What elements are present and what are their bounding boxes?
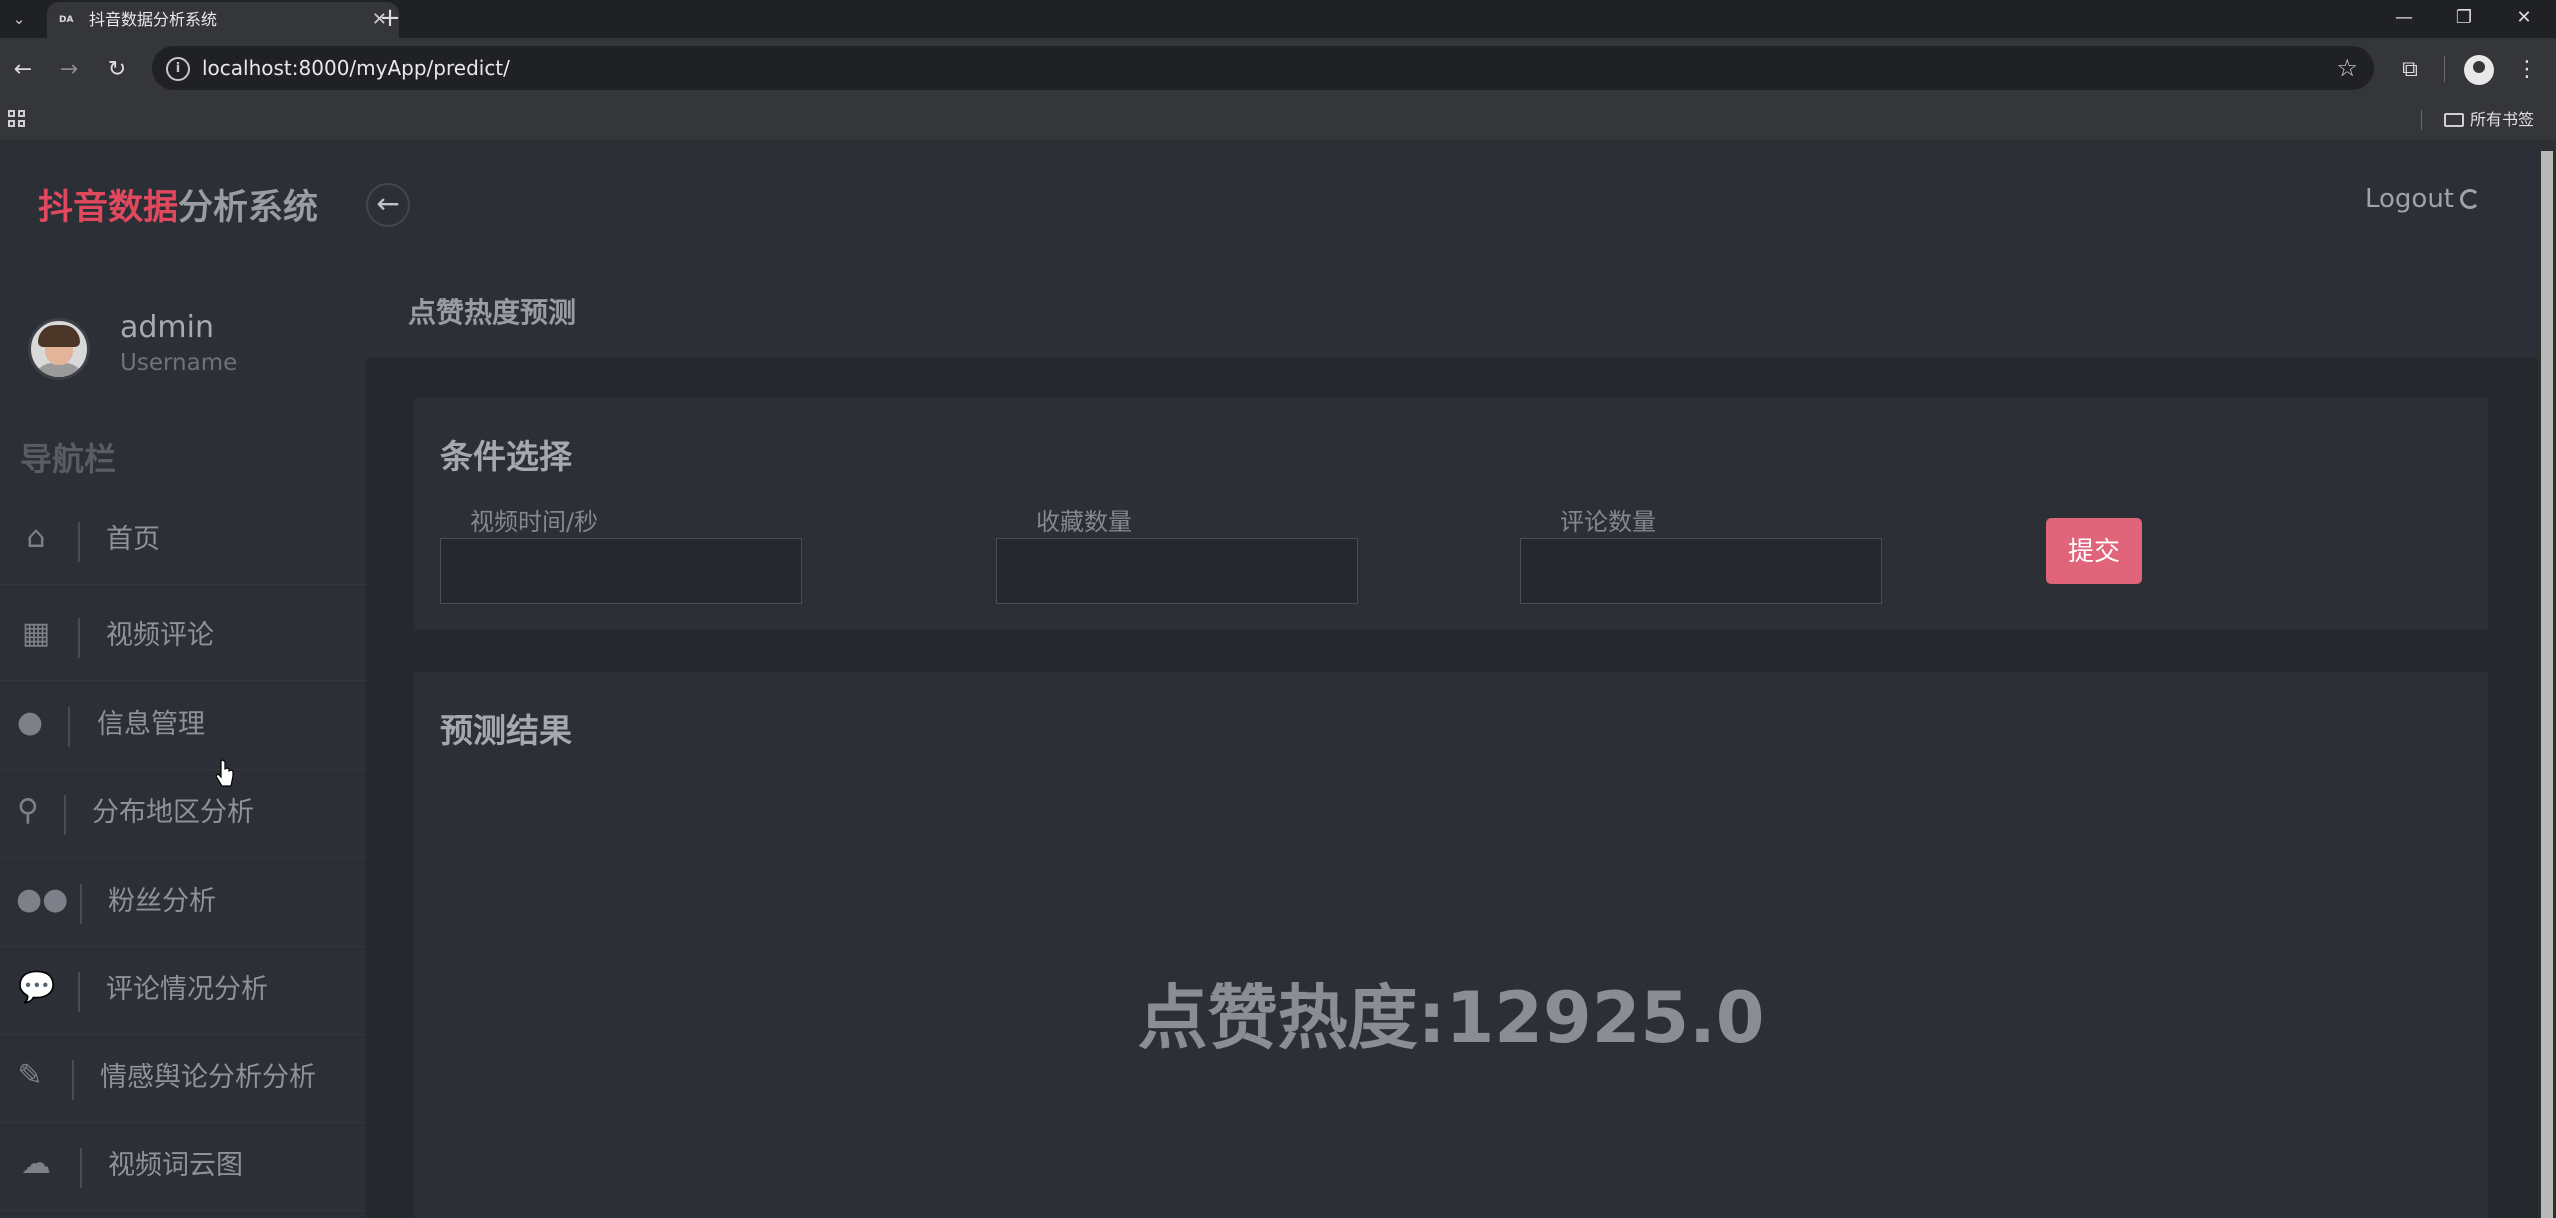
scrollbar-thumb[interactable] <box>2541 151 2553 1218</box>
app-header: 抖音数据分析系统 ← Logout <box>0 141 2538 269</box>
sidebar-item-home[interactable]: ⌂ 首页 <box>0 496 366 585</box>
back-arrow-icon[interactable]: ← <box>6 53 40 87</box>
cloud-download-icon: ☁ <box>21 1146 51 1181</box>
brand-rest: 分析系统 <box>178 188 319 228</box>
browser-toolbar: ← → ↻ i localhost:8000/myApp/predict/ ☆ … <box>0 38 2556 100</box>
sidebar-item-video-comments[interactable]: ▦ 视频评论 <box>0 592 366 681</box>
prediction-result-text: 点赞热度:12925.0 <box>1137 977 1765 1059</box>
comment-icon: 💬 <box>18 970 56 1005</box>
sidebar-item-label: 粉丝分析 <box>108 886 216 917</box>
nav-title: 导航栏 <box>20 440 117 478</box>
comments-label: 评论数量 <box>1560 508 1656 536</box>
page-title-bar: 点赞热度预测 <box>366 268 2538 358</box>
users-icon: ●● <box>16 882 69 917</box>
favorites-input[interactable] <box>996 538 1358 604</box>
map-marker-icon: ⚲ <box>17 793 39 828</box>
conditions-title: 条件选择 <box>440 437 572 476</box>
browser-menu-icon[interactable]: ⋮ <box>2512 53 2542 87</box>
user-icon: ● <box>16 705 44 740</box>
conditions-card: 条件选择 视频时间/秒 收藏数量 评论数量 提交 <box>414 398 2488 630</box>
tab-search-icon[interactable]: ⌄ <box>4 4 34 34</box>
result-card: 预测结果 点赞热度:12925.0 <box>414 672 2488 1218</box>
brand-logo[interactable]: 抖音数据分析系统 <box>38 179 318 230</box>
sidebar-item-label: 视频评论 <box>106 620 214 651</box>
all-bookmarks-label: 所有书签 <box>2470 110 2535 129</box>
favicon: DA <box>59 15 74 25</box>
user-role: Username <box>120 350 238 376</box>
sidebar-item-label: 信息管理 <box>97 709 205 740</box>
bookmark-star-icon[interactable]: ☆ <box>2336 46 2358 90</box>
comments-input[interactable] <box>1520 538 1882 604</box>
sidebar-item-wordcloud[interactable]: ☁ 视频词云图 <box>0 1122 366 1211</box>
grid-icon: ▦ <box>21 616 51 651</box>
duration-label: 视频时间/秒 <box>470 508 599 536</box>
logout-label: Logout <box>2364 184 2454 214</box>
web-page: 抖音数据分析系统 ← Logout admin Username 导航栏 ⌂ 首… <box>0 141 2538 1218</box>
toolbar-divider <box>2444 56 2445 82</box>
power-icon <box>2460 189 2480 209</box>
address-bar[interactable]: i localhost:8000/myApp/predict/ ☆ <box>152 46 2374 90</box>
sidebar-item-label: 情感舆论分析分析 <box>100 1062 316 1093</box>
sidebar-item-label: 首页 <box>106 524 160 555</box>
bookmarks-divider <box>2421 110 2422 130</box>
restore-icon[interactable]: ❐ <box>2434 0 2494 38</box>
page-title: 点赞热度预测 <box>408 296 577 329</box>
browser-tab-bar: ⌄ DA 抖音数据分析系统 ✕ + — ❐ ✕ <box>0 0 2556 38</box>
bookmarks-bar: 所有书签 <box>0 100 2556 141</box>
forward-arrow-icon[interactable]: → <box>52 53 86 87</box>
page-scrollbar[interactable] <box>2538 141 2556 1218</box>
fire-icon: ✎ <box>17 1058 43 1093</box>
sidebar-item-comment-analysis[interactable]: 💬 评论情况分析 <box>0 946 366 1035</box>
all-bookmarks-folder[interactable]: 所有书签 <box>2444 100 2534 140</box>
brand-highlight: 抖音数据 <box>38 188 179 228</box>
sidebar-item-info-management[interactable]: ● 信息管理 <box>0 681 366 770</box>
url-text[interactable]: localhost:8000/myApp/predict/ <box>202 46 510 90</box>
sidebar-item-region-analysis[interactable]: ⚲ 分布地区分析 <box>0 769 366 858</box>
logout-link[interactable]: Logout <box>2365 184 2480 214</box>
minimize-icon[interactable]: — <box>2374 0 2434 38</box>
result-title: 预测结果 <box>440 711 572 750</box>
favorites-label: 收藏数量 <box>1036 508 1132 536</box>
duration-input[interactable] <box>440 538 802 604</box>
site-info-icon[interactable]: i <box>166 57 190 81</box>
reload-icon[interactable]: ↻ <box>100 53 134 87</box>
new-tab-button[interactable]: + <box>372 0 408 38</box>
extensions-icon[interactable]: ⧉ <box>2392 53 2428 87</box>
sidebar-item-fans-analysis[interactable]: ●● 粉丝分析 <box>0 858 366 947</box>
apps-grid-icon[interactable] <box>8 110 28 130</box>
tab-title: 抖音数据分析系统 <box>89 10 218 29</box>
window-close-icon[interactable]: ✕ <box>2494 0 2554 38</box>
sidebar-toggle-button[interactable]: ← <box>366 183 410 227</box>
sidebar-item-sentiment-analysis[interactable]: ✎ 情感舆论分析分析 <box>0 1034 366 1123</box>
browser-tab[interactable]: DA 抖音数据分析系统 ✕ <box>47 2 399 38</box>
avatar <box>28 318 90 380</box>
folder-icon <box>2444 113 2464 127</box>
submit-button[interactable]: 提交 <box>2046 518 2142 584</box>
sidebar: admin Username 导航栏 ⌂ 首页 ▦ 视频评论 ● 信息管理 ⚲ … <box>0 268 366 1218</box>
sidebar-item-label: 评论情况分析 <box>106 974 268 1005</box>
home-icon: ⌂ <box>26 520 46 555</box>
profile-avatar-icon[interactable] <box>2464 55 2494 85</box>
sidebar-item-label: 视频词云图 <box>108 1150 243 1181</box>
user-name: admin <box>120 310 214 345</box>
